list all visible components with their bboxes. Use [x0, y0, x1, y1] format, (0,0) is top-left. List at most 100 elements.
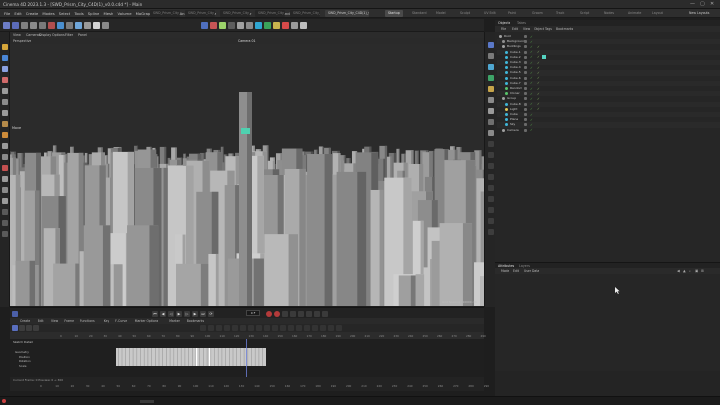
- keyframe-line[interactable]: [151, 348, 152, 366]
- keyframe-line[interactable]: [143, 348, 145, 366]
- menu-spline[interactable]: Spline: [88, 11, 100, 16]
- timeline-tool-icon[interactable]: [296, 325, 302, 331]
- visibility-toggle[interactable]: [524, 45, 527, 49]
- keyframe-line[interactable]: [155, 348, 156, 366]
- timeline-tool-icon[interactable]: [232, 325, 238, 331]
- menu-file[interactable]: File: [4, 11, 10, 16]
- move-icon[interactable]: [2, 55, 8, 61]
- back-arrow-icon[interactable]: ◀: [677, 269, 680, 273]
- menu-select[interactable]: Select: [59, 11, 71, 16]
- snap-icon[interactable]: [2, 209, 8, 215]
- visibility-toggle[interactable]: [524, 123, 527, 127]
- timeline-settings-icon[interactable]: [12, 310, 18, 317]
- obj-menu-file[interactable]: File: [501, 26, 506, 32]
- keyframe-line[interactable]: [132, 348, 134, 366]
- file-tab[interactable]: SWD_Prism_City_C4D(1)…: [185, 10, 215, 17]
- keyframe-line[interactable]: [229, 348, 230, 366]
- next-frame-icon[interactable]: ▷: [184, 310, 190, 317]
- keyframe-line[interactable]: [258, 348, 260, 366]
- move-icon[interactable]: [30, 22, 37, 29]
- object-name[interactable]: Camera: [507, 128, 519, 133]
- layout-tab[interactable]: Animate: [625, 10, 644, 17]
- visibility-toggle[interactable]: [524, 92, 527, 96]
- side-tool-icon[interactable]: [487, 86, 494, 92]
- keyframe-line[interactable]: [203, 348, 204, 366]
- menu-modes[interactable]: Modes: [42, 11, 54, 16]
- timeline-tool-icon[interactable]: [216, 325, 222, 331]
- enabled-check-icon[interactable]: ✓: [530, 76, 533, 80]
- timeline-tool-icon[interactable]: [208, 325, 214, 331]
- keyframe-line[interactable]: [129, 348, 130, 366]
- layout-tab[interactable]: Startup: [385, 10, 403, 17]
- enabled-check-icon[interactable]: ✓: [530, 97, 533, 101]
- tag-icon[interactable]: ✓: [537, 81, 540, 85]
- visibility-toggle[interactable]: [524, 76, 527, 80]
- keyframe-line[interactable]: [243, 348, 245, 366]
- timeline-tool-icon[interactable]: [320, 325, 326, 331]
- enabled-check-icon[interactable]: ✓: [530, 61, 533, 65]
- tag-icon[interactable]: ✓: [537, 66, 540, 70]
- edit-mode-icon[interactable]: [93, 22, 100, 29]
- keyframe-line[interactable]: [251, 348, 252, 366]
- keyframe-line[interactable]: [254, 348, 256, 366]
- axis-z-icon[interactable]: [75, 22, 82, 29]
- timeline-mode-icon[interactable]: [26, 325, 32, 331]
- timeline-ruler[interactable]: 0 10 20 30 40 50 60 70 80 90 100 110 120 130 140 150 160…: [10, 332, 486, 339]
- timeline-tool-icon[interactable]: [224, 325, 230, 331]
- pla-key-icon[interactable]: [322, 310, 328, 317]
- side-tool-icon[interactable]: [487, 119, 494, 125]
- layout-tab[interactable]: Standard: [409, 10, 430, 17]
- visibility-toggle[interactable]: [524, 50, 527, 54]
- timeline-tool-icon[interactable]: [288, 325, 294, 331]
- layout-tab[interactable]: UV Edit: [481, 10, 499, 17]
- param-key-icon[interactable]: [314, 310, 320, 317]
- side-tool-icon[interactable]: [487, 152, 494, 158]
- keyframe-line[interactable]: [140, 348, 141, 366]
- enabled-check-icon[interactable]: ✓: [530, 45, 533, 49]
- magnet-icon[interactable]: [2, 154, 8, 160]
- timeline-tool-icon[interactable]: [328, 325, 334, 331]
- keyframe-line[interactable]: [162, 348, 163, 366]
- close-button[interactable]: ✕: [710, 1, 714, 7]
- undo-icon[interactable]: [3, 22, 10, 29]
- keyframe-marker[interactable]: [196, 348, 198, 366]
- keyframe-line[interactable]: [236, 348, 237, 366]
- bevel-icon[interactable]: [2, 110, 8, 116]
- keyframe-block[interactable]: [116, 348, 266, 366]
- enabled-check-icon[interactable]: ✓: [530, 128, 533, 132]
- enabled-check-icon[interactable]: ✓: [530, 113, 533, 117]
- layout-tab[interactable]: Script: [577, 10, 592, 17]
- new-layouts-button[interactable]: New Layouts: [686, 10, 712, 17]
- play-forward-icon[interactable]: ▶: [192, 310, 198, 317]
- file-tab[interactable]: SWD_Prism_City_C4D(1)_v0.0.c4d *: [325, 10, 369, 17]
- object-row[interactable]: Camera ✓: [497, 128, 720, 133]
- timeline-tool-icon[interactable]: [272, 325, 278, 331]
- lock-icon[interactable]: ▣: [695, 269, 698, 273]
- side-tool-icon[interactable]: [487, 53, 494, 59]
- keyframe-line[interactable]: [206, 348, 208, 366]
- extrude-icon[interactable]: [2, 99, 8, 105]
- visibility-toggle[interactable]: [524, 102, 527, 106]
- display-icon[interactable]: [300, 22, 307, 29]
- visibility-toggle[interactable]: [524, 113, 527, 116]
- enabled-check-icon[interactable]: ✓: [530, 55, 533, 59]
- go-start-icon[interactable]: ⏮: [152, 310, 158, 317]
- layout-tab[interactable]: Layout: [649, 10, 666, 17]
- menu-volume[interactable]: Volume: [117, 11, 131, 16]
- new-panel-icon[interactable]: ⊞: [701, 269, 704, 273]
- keyframe-line[interactable]: [180, 348, 182, 366]
- loop-icon[interactable]: ⟳: [208, 310, 214, 317]
- enabled-check-icon[interactable]: ✓: [530, 50, 533, 54]
- layout-tab[interactable]: Nodes: [601, 10, 617, 17]
- keyframe-line[interactable]: [136, 348, 138, 366]
- keyframe-line[interactable]: [177, 348, 178, 366]
- keyframe-sel-icon[interactable]: [282, 310, 288, 317]
- menu-tools[interactable]: Tools: [74, 11, 83, 16]
- keyframe-line[interactable]: [214, 348, 215, 366]
- visibility-toggle[interactable]: [524, 107, 527, 111]
- side-tool-icon[interactable]: [487, 207, 494, 213]
- tag-icon[interactable]: ✓: [537, 76, 540, 80]
- enabled-check-icon[interactable]: ✓: [530, 40, 533, 44]
- spline-icon[interactable]: [2, 187, 8, 193]
- layout-tab[interactable]: Paint: [505, 10, 519, 17]
